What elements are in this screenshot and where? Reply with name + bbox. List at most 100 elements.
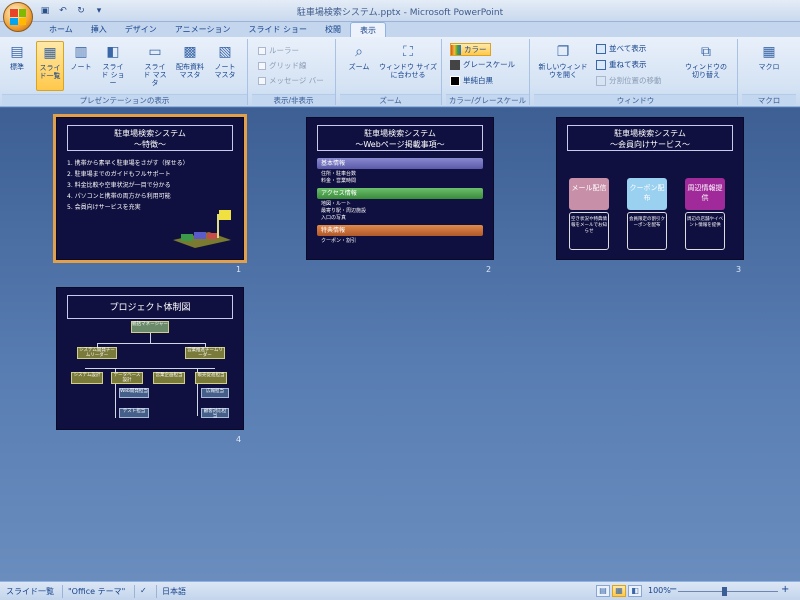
notes-page-icon: ▥	[74, 44, 88, 60]
slide-thumbnail-1[interactable]: 駐車場検索システム ～特徴～ 1. 携帯から素早く駐車場をさがす（探せる） 2.…	[53, 114, 247, 263]
group-window: ❐ 新しいウィンドウを開く 並べて表示 重ねて表示 分割位置の移動 ⧉ ウィンドウの…	[534, 39, 738, 105]
theme-indicator[interactable]: "Office テーマ"	[68, 586, 125, 597]
slide-thumbnail-2[interactable]: 駐車場検索システム ～Webページ掲載事項～ 基本情報 住所・駐車台数 料金・営業…	[306, 117, 494, 260]
service-card-body: 会員限定の割引クーポンを配布	[627, 212, 667, 250]
handout-master-button[interactable]: ▩ 配布資料 マスタ	[176, 41, 204, 91]
slide-title: 駐車場検索システム	[364, 129, 436, 138]
macro-icon: ▦	[762, 44, 776, 60]
normal-view-icon[interactable]: ▤	[596, 585, 610, 597]
pure-bw-button[interactable]: 単純白黒	[450, 75, 493, 86]
gridlines-checkbox[interactable]: グリッド線	[258, 60, 307, 71]
slide-show-button[interactable]: ◧ スライド ショー	[100, 41, 126, 91]
fit-window-button[interactable]: ⛶ ウィンドウ サイズに合わせる	[378, 41, 438, 91]
macro-button[interactable]: ▦ マクロ	[756, 41, 782, 91]
slide-number: 1	[236, 265, 242, 274]
ruler-checkbox[interactable]: ルーラー	[258, 45, 299, 56]
service-card-body: 周辺の店舗やイベント情報を提供	[685, 212, 725, 250]
org-connector	[150, 333, 151, 343]
notes-master-button[interactable]: ▧ ノート マスタ	[212, 41, 238, 91]
org-node-mid: 営業推進チームリーダー	[185, 347, 225, 359]
group-label: マクロ	[742, 94, 796, 105]
group-label: カラー/グレースケール	[446, 94, 529, 105]
org-node-leaf: データベース設計	[111, 372, 143, 384]
org-node-sub: 顧客対応担当	[201, 408, 229, 419]
org-connector	[97, 343, 205, 344]
group-macro: ▦ マクロ マクロ	[742, 39, 796, 105]
slide-title: 駐車場検索システム	[114, 129, 186, 138]
slide-number: 2	[486, 265, 492, 274]
language-indicator[interactable]: 日本語	[162, 586, 186, 597]
bullet-item: 3. 料金比較や空車状況が一目で分かる	[67, 182, 171, 189]
tab-insert[interactable]: 挿入	[82, 22, 116, 37]
zoom-slider-thumb[interactable]	[722, 587, 727, 596]
tab-review[interactable]: 校閲	[316, 22, 350, 37]
move-split-button[interactable]: 分割位置の移動	[596, 75, 662, 86]
switch-windows-button[interactable]: ⧉ ウィンドウの切り替え	[682, 41, 730, 91]
ribbon-tabs: ホーム 挿入 デザイン アニメーション スライド ショー 校閲 表示	[40, 22, 386, 37]
zoom-out-icon[interactable]: −	[669, 584, 677, 595]
slide-title: 駐車場検索システム	[614, 129, 686, 138]
grayscale-button[interactable]: グレースケール	[450, 59, 515, 70]
org-node-sub: Web開発担当	[119, 388, 149, 398]
arrange-all-button[interactable]: 並べて表示	[596, 43, 646, 54]
cascade-button[interactable]: 重ねて表示	[596, 59, 647, 70]
org-node-sub: 広報担当	[201, 388, 229, 398]
spell-check-icon[interactable]: ✓	[140, 586, 147, 595]
color-button[interactable]: カラー	[450, 43, 491, 56]
service-card-head: 周辺情報提供	[685, 178, 725, 210]
notes-page-button[interactable]: ▥ ノート	[70, 41, 92, 91]
zoom-slider-track[interactable]	[678, 591, 778, 592]
org-node-sub: テスト担当	[119, 408, 149, 418]
section-bar: 基本情報	[317, 158, 483, 169]
tab-slideshow[interactable]: スライド ショー	[239, 22, 316, 37]
group-zoom: ⌕ ズーム ⛶ ウィンドウ サイズに合わせる ズーム	[340, 39, 442, 105]
slide-thumbnail-4[interactable]: プロジェクト体制図 統括マネージャー システム開発チームリーダー 営業推進チーム…	[56, 287, 244, 430]
bullet-item: 4. パソコンと携帯の両方から利用可能	[67, 193, 171, 200]
slide-sorter-icon: ▦	[43, 45, 57, 61]
tab-animation[interactable]: アニメーション	[166, 22, 240, 37]
bullet-list: 1. 携帯から素早く駐車場をさがす（探せる） 2. 駐車場までのガイドもフルサポ…	[67, 158, 189, 213]
group-label: ズーム	[340, 94, 441, 105]
grayscale-icon	[450, 59, 460, 70]
notes-master-icon: ▧	[218, 44, 232, 60]
view-indicator: スライド一覧	[6, 587, 54, 596]
zoom-button[interactable]: ⌕ ズーム	[346, 41, 372, 91]
zoom-level[interactable]: 100%	[648, 586, 671, 595]
service-card-head: メール配信	[569, 178, 609, 210]
tab-home[interactable]: ホーム	[40, 22, 82, 37]
normal-view-button[interactable]: ▤ 標準	[6, 41, 28, 91]
slide-title-box: 駐車場検索システム ～会員向けサービス～	[567, 125, 733, 151]
group-label: ウィンドウ	[534, 94, 737, 105]
slide-master-icon: ▭	[148, 44, 162, 60]
new-window-button[interactable]: ❐ 新しいウィンドウを開く	[538, 41, 588, 91]
slide-master-button[interactable]: ▭ スライド マスタ	[142, 41, 168, 91]
slide-subtitle: ～Webページ掲載事項～	[355, 140, 445, 149]
window-title: 駐車場検索システム.pptx - Microsoft PowerPoint	[296, 8, 504, 18]
group-label: プレゼンテーションの表示	[2, 94, 247, 105]
slide-sorter-view-icon[interactable]: ▦	[612, 585, 626, 597]
slide-subtitle: ～特徴～	[134, 140, 166, 149]
status-separator	[134, 585, 135, 598]
section-items: 地図・ルート 最寄り駅・周辺施設 入口の写真	[321, 201, 367, 221]
status-separator	[62, 585, 63, 598]
status-separator	[156, 585, 157, 598]
group-label: 表示/非表示	[252, 94, 335, 105]
tab-view[interactable]: 表示	[350, 22, 386, 37]
slide-number: 3	[736, 265, 742, 274]
message-bar-checkbox[interactable]: メッセージ バー	[258, 75, 324, 86]
office-button[interactable]	[3, 2, 33, 32]
slide-sorter-workspace: 駐車場検索システム ～特徴～ 1. 携帯から素早く駐車場をさがす（探せる） 2.…	[0, 108, 800, 581]
handout-master-icon: ▩	[183, 44, 197, 60]
tab-design[interactable]: デザイン	[116, 22, 166, 37]
slide-sorter-button[interactable]: ▦ スライド一覧	[36, 41, 64, 91]
ribbon-tab-row: ホーム 挿入 デザイン アニメーション スライド ショー 校閲 表示	[0, 22, 800, 37]
section-bar: 特典情報	[317, 225, 483, 236]
slide-show-icon: ◧	[106, 44, 120, 60]
slide-title: プロジェクト体制図	[67, 295, 233, 319]
service-card-body: 空き状況や特典情報をメールでお知らせ	[569, 212, 609, 250]
bullet-item: 1. 携帯から素早く駐車場をさがす（探せる）	[67, 160, 189, 167]
slide-title-box: 駐車場検索システム ～特徴～	[67, 125, 233, 151]
slide-thumbnail-3[interactable]: 駐車場検索システム ～会員向けサービス～ メール配信 空き状況や特典情報をメール…	[556, 117, 744, 260]
slideshow-view-icon[interactable]: ◧	[628, 585, 642, 597]
zoom-in-icon[interactable]: +	[781, 584, 789, 595]
